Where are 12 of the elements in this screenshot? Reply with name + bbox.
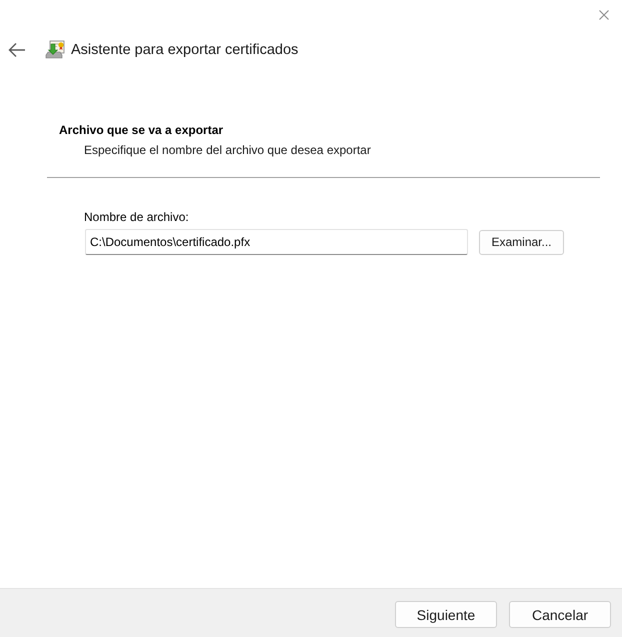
browse-button[interactable]: Examinar...	[479, 230, 564, 254]
close-icon	[599, 10, 609, 20]
certificate-arrow-icon	[45, 40, 65, 60]
back-arrow-icon	[8, 42, 26, 58]
back-button[interactable]	[8, 42, 26, 58]
page-heading: Archivo que se va a exportar	[59, 123, 224, 138]
next-button[interactable]: Siguiente	[395, 601, 497, 628]
cancel-button[interactable]: Cancelar	[509, 601, 611, 628]
field-label: Nombre de archivo:	[84, 210, 190, 225]
page-description: Especifique el nombre del archivo que desea exportar	[84, 143, 372, 158]
window-title: Asistente para exportar certificados	[71, 42, 298, 58]
file-name-field[interactable]: C:\Documentos\certificado.pfx	[85, 229, 468, 255]
